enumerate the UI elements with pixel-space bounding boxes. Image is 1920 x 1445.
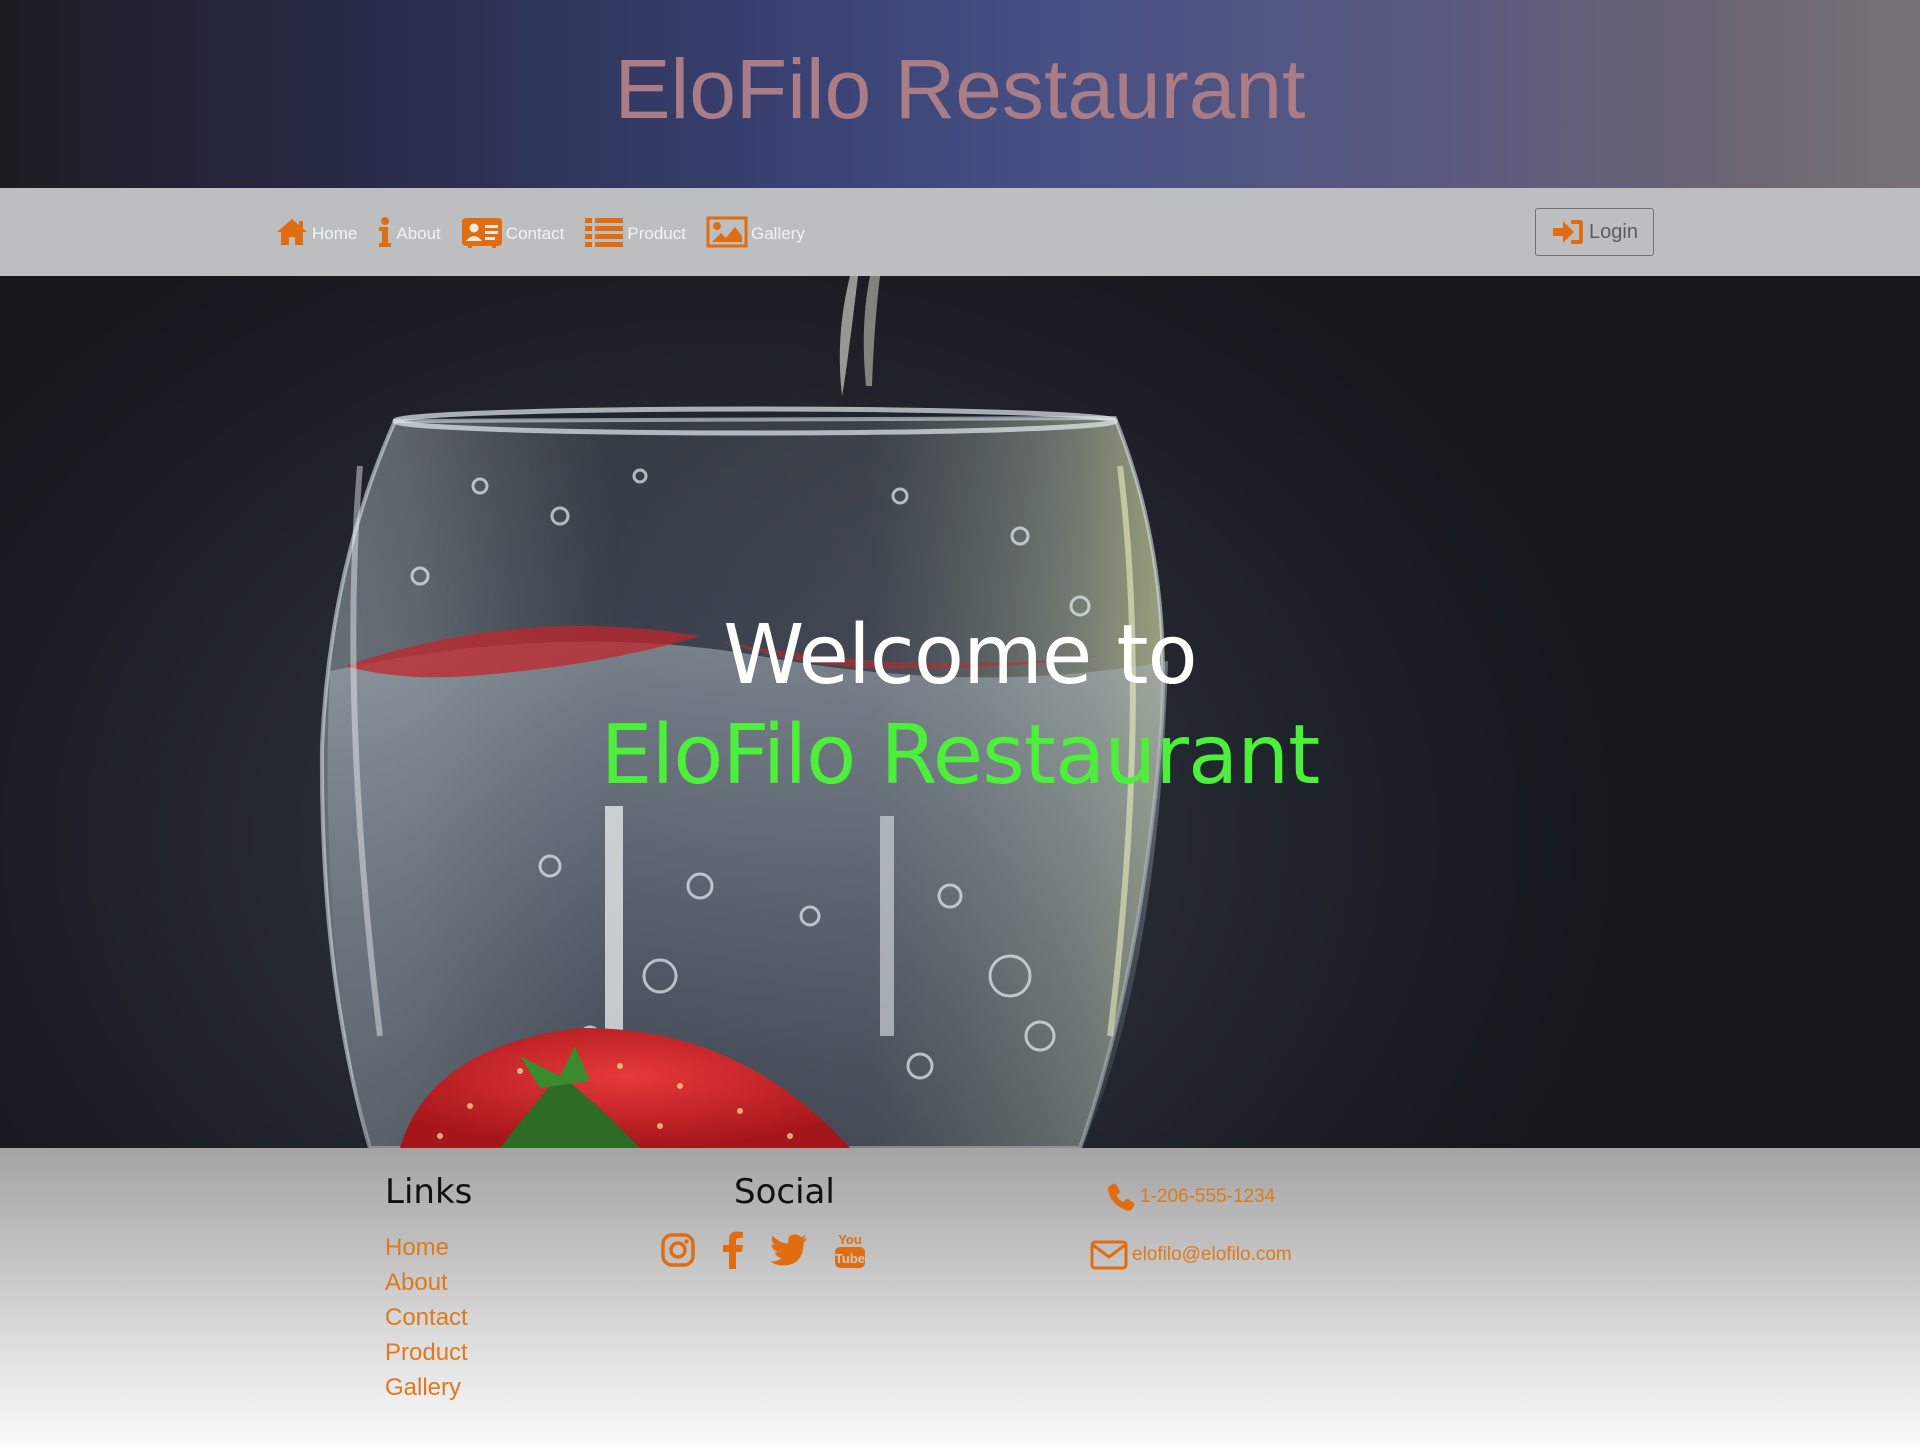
footer-links-heading: Links [385, 1172, 473, 1212]
footer-link-about[interactable]: About [385, 1265, 468, 1300]
info-icon [377, 216, 393, 248]
hero-banner: Welcome to EloFilo Restaurant [0, 276, 1920, 1148]
sign-in-icon [1551, 217, 1585, 247]
nav-item-home[interactable]: Home [275, 217, 357, 247]
email-contact[interactable]: elofilo@elofilo.com [1090, 1240, 1292, 1270]
footer-link-gallery[interactable]: Gallery [385, 1370, 468, 1405]
login-label: Login [1589, 220, 1638, 243]
svg-text:You: You [838, 1232, 862, 1247]
list-icon [584, 216, 624, 248]
footer-link-contact[interactable]: Contact [385, 1300, 468, 1335]
nav-item-product[interactable]: Product [584, 216, 686, 248]
hero-welcome-text: Welcome to [723, 608, 1197, 703]
footer-link-product[interactable]: Product [385, 1335, 468, 1370]
site-footer: Links Home About Contact Product Gallery… [0, 1148, 1920, 1445]
hero-restaurant-name: EloFilo Restaurant [600, 708, 1321, 803]
home-icon [275, 217, 309, 247]
phone-number: 1-206-555-1234 [1140, 1186, 1276, 1207]
footer-link-home[interactable]: Home [385, 1230, 468, 1265]
nav-label-product: Product [627, 224, 686, 243]
navbar: Home About Contact Product Gallery Login [0, 188, 1920, 276]
envelope-icon [1090, 1240, 1128, 1270]
facebook-icon[interactable] [722, 1231, 744, 1269]
contact-card-icon [461, 216, 503, 248]
youtube-icon[interactable]: You Tube [834, 1230, 866, 1270]
svg-text:Tube: Tube [835, 1251, 865, 1266]
site-header: EloFilo Restaurant [0, 0, 1920, 188]
nav-label-contact: Contact [505, 224, 565, 243]
nav-item-about[interactable]: About [377, 216, 441, 248]
footer-social-heading: Social [734, 1172, 835, 1212]
nav-list: Home About Contact Product Gallery [275, 188, 825, 276]
login-button[interactable]: Login [1535, 208, 1654, 256]
hero-text: Welcome to EloFilo Restaurant [0, 606, 1920, 806]
twitter-icon[interactable] [770, 1234, 808, 1266]
site-title: EloFilo Restaurant [614, 41, 1306, 136]
nav-item-gallery[interactable]: Gallery [706, 216, 805, 248]
instagram-icon[interactable] [660, 1232, 696, 1268]
nav-label-about: About [396, 224, 441, 243]
nav-label-gallery: Gallery [750, 224, 805, 243]
phone-icon [1106, 1182, 1136, 1212]
nav-label-home: Home [312, 224, 358, 243]
footer-links-list: Home About Contact Product Gallery [385, 1230, 468, 1405]
email-address: elofilo@elofilo.com [1132, 1244, 1292, 1265]
image-icon [706, 216, 748, 248]
nav-item-contact[interactable]: Contact [461, 216, 565, 248]
phone-contact[interactable]: 1-206-555-1234 [1106, 1182, 1275, 1212]
social-icons: You Tube [660, 1230, 892, 1270]
